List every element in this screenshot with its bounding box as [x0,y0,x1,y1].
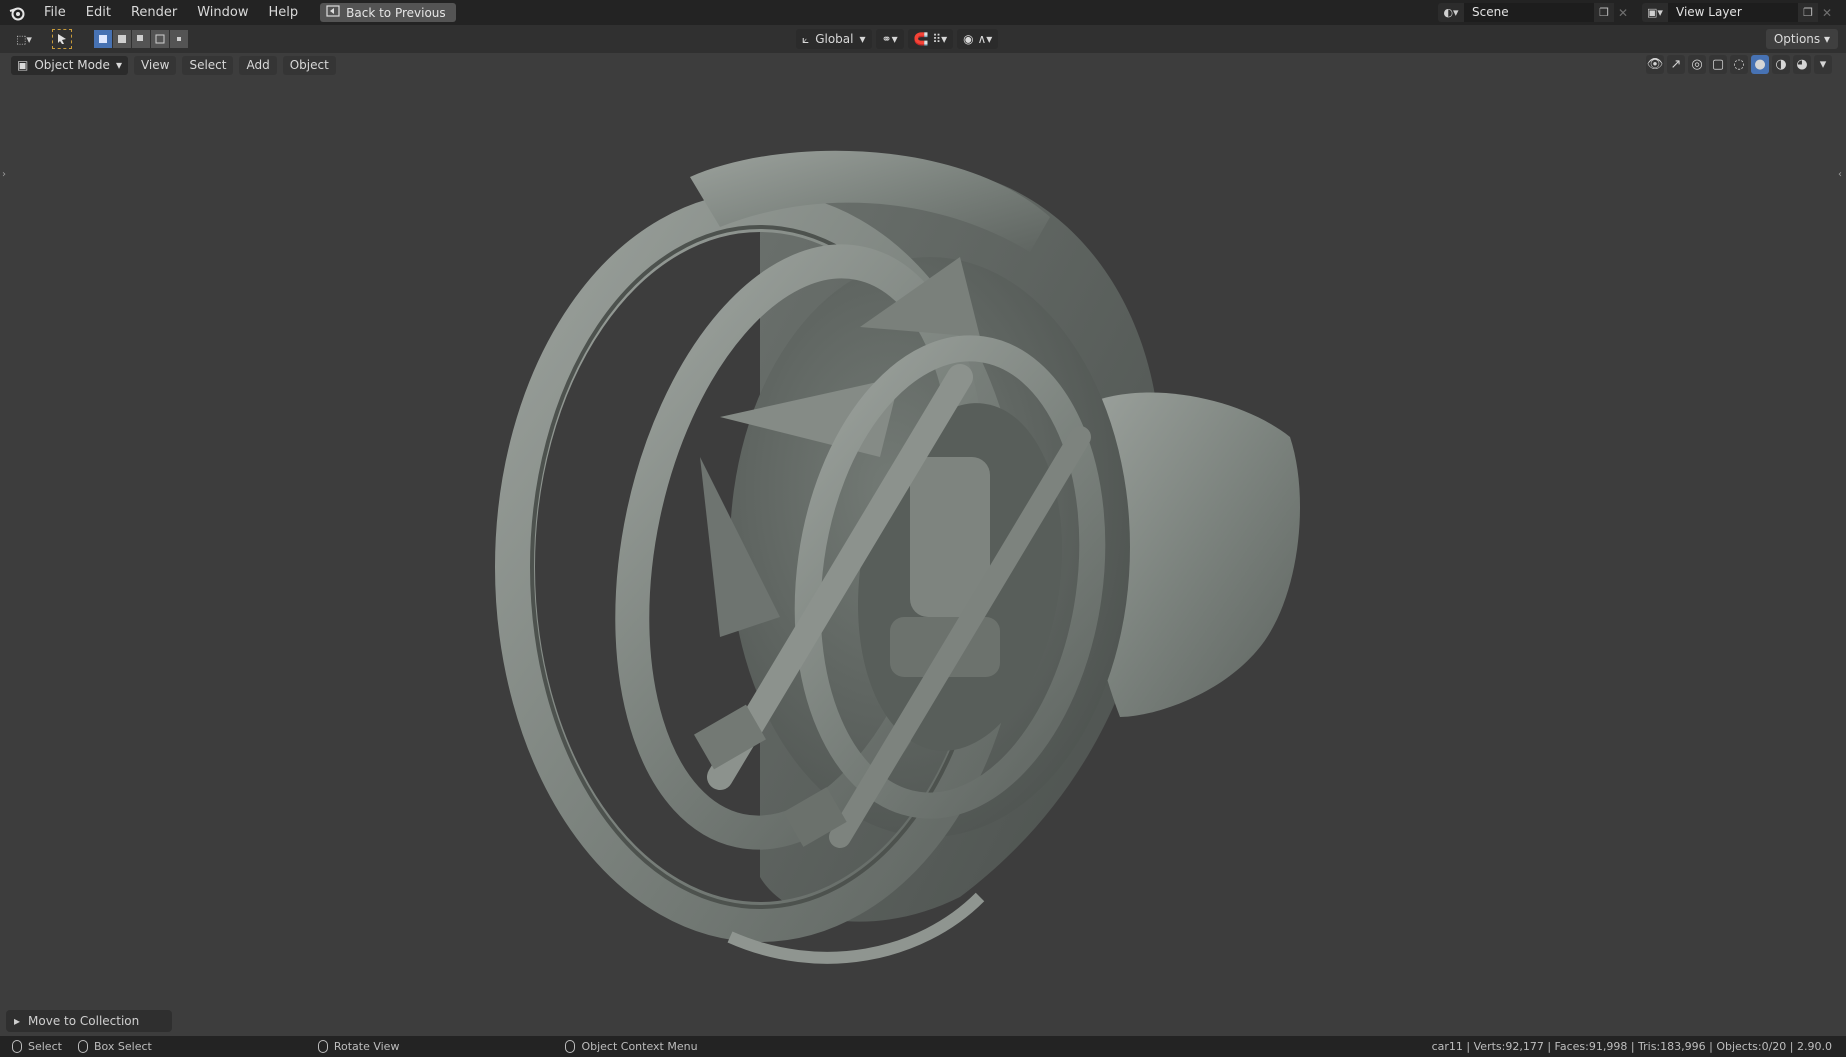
mode-icon: ▣ [17,58,29,72]
last-operator-panel[interactable]: ▸ Move to Collection [6,1010,172,1032]
status-context-menu: Object Context Menu [565,1040,698,1053]
mouse-middle-icon [317,1040,328,1053]
back-to-previous-button[interactable]: Back to Previous [320,3,456,22]
select-menu[interactable]: Select [182,55,234,75]
select-intersect-icon[interactable] [170,30,188,48]
options-button[interactable]: Options ▾ [1765,29,1838,49]
blender-logo-icon[interactable] [6,2,28,24]
shading-wire-icon[interactable]: ◌ [1730,55,1748,74]
status-rotate-view: Rotate View [317,1040,400,1053]
proportional-edit-dropdown[interactable]: ◉ ∧▾ [957,29,999,49]
status-box-select: Box Select [77,1040,152,1053]
last-operator-label: Move to Collection [28,1014,140,1028]
transform-orientation-dropdown[interactable]: ⟀ Global ▾ [796,29,872,49]
expand-arrow-icon: ▸ [14,1014,21,1028]
menu-help[interactable]: Help [259,0,309,25]
shading-material-icon[interactable]: ◑ [1772,55,1790,74]
proportional-icon: ◉ ∧▾ [963,32,993,46]
menu-edit[interactable]: Edit [76,0,121,25]
snap-dropdown[interactable]: 🧲 ⠿▾ [907,29,954,49]
scene-name-field[interactable]: Scene [1464,3,1594,22]
right-sidebar-expand-icon[interactable]: ‹ [1838,169,1842,180]
transform-orientation-label: Global [815,32,854,46]
select-subtract-icon[interactable] [132,30,150,48]
back-icon [326,5,340,20]
shading-options-chevron-icon[interactable]: ▾ [1814,55,1832,74]
editor-type-icon[interactable]: ⬚▾ [10,29,38,49]
mode-label: Object Mode [34,58,110,72]
scene-statistics: car11 | Verts:92,177 | Faces:91,998 | Tr… [1431,1040,1832,1053]
new-view-layer-icon[interactable]: ❐ [1798,3,1818,22]
options-label: Options [1773,32,1821,46]
view-menu[interactable]: View [133,55,177,75]
transform-tools: ⟀ Global ▾ ⚭▾ 🧲 ⠿▾ ◉ ∧▾ [796,29,999,49]
xray-icon[interactable]: ▢ [1709,55,1727,74]
pivot-point-dropdown[interactable]: ⚭▾ [875,29,904,49]
top-right-fields: ◐▾ Scene ❐ ✕ ▣▾ View Layer ❐ ✕ [1438,0,1846,25]
add-menu[interactable]: Add [239,55,277,75]
menu-render[interactable]: Render [121,0,187,25]
status-rotate-view-label: Rotate View [333,1040,400,1053]
mouse-right-icon [565,1040,576,1053]
snap-icon: 🧲 ⠿▾ [913,32,948,46]
delete-view-layer-icon[interactable]: ✕ [1818,3,1836,22]
status-select-label: Select [28,1040,62,1053]
3d-viewport[interactable]: › ‹ [0,77,1846,1036]
mode-dropdown[interactable]: ▣ Object Mode ▾ [11,55,128,75]
blender-window: File Edit Render Window Help Back to Pre… [0,0,1846,1057]
tool-header: ⬚▾ ⟀ Global ▾ ⚭▾ 🧲 ⠿▾ ◉ ∧▾ Options ▾ [0,25,1846,53]
mouse-drag-icon [77,1040,88,1053]
shading-solid-icon[interactable]: ● [1751,55,1769,74]
transform-orientation-icon: ⟀ [802,31,810,46]
back-to-previous-label: Back to Previous [346,5,446,20]
status-select: Select [12,1040,62,1053]
menu-window[interactable]: Window [187,0,258,25]
chevron-down-icon: ▾ [859,32,866,46]
select-new-icon[interactable] [94,30,112,48]
status-bar: Select Box Select Rotate View Object Con… [0,1036,1846,1057]
status-box-select-label: Box Select [93,1040,152,1053]
menu-file[interactable]: File [34,0,76,25]
pivot-icon: ⚭▾ [881,32,898,46]
select-extend-icon[interactable] [113,30,131,48]
chevron-down-icon: ▾ [115,58,122,72]
new-scene-icon[interactable]: ❐ [1594,3,1614,22]
view-layer-field[interactable]: View Layer [1668,3,1798,22]
delete-scene-icon[interactable]: ✕ [1614,3,1632,22]
status-context-menu-label: Object Context Menu [581,1040,698,1053]
mouse-left-icon [12,1040,22,1053]
shading-controls: 👁 ↗ ◎ ▢ ◌ ● ◑ ◕ ▾ [1646,55,1832,74]
select-cursor-icon[interactable] [52,29,72,49]
viewport-header: ▣ Object Mode ▾ View Select Add Object 👁… [0,53,1846,77]
overlay-icon[interactable]: ◎ [1688,55,1706,74]
scene-selector: ◐▾ Scene ❐ ✕ [1438,3,1632,22]
gizmo-icon[interactable]: ↗ [1667,55,1685,74]
visibility-icon[interactable]: 👁 [1646,55,1664,74]
3d-model-render [495,150,1300,964]
view-layer-selector: ▣▾ View Layer ❐ ✕ [1642,3,1836,22]
view-layer-icon[interactable]: ▣▾ [1642,3,1668,22]
select-mode-group [94,30,189,48]
shading-render-icon[interactable]: ◕ [1793,55,1811,74]
select-invert-icon[interactable] [151,30,169,48]
object-menu[interactable]: Object [282,55,336,75]
top-bar: File Edit Render Window Help Back to Pre… [0,0,1846,25]
scene-icon[interactable]: ◐▾ [1438,3,1464,22]
left-toolbar-expand-icon[interactable]: › [2,169,6,180]
